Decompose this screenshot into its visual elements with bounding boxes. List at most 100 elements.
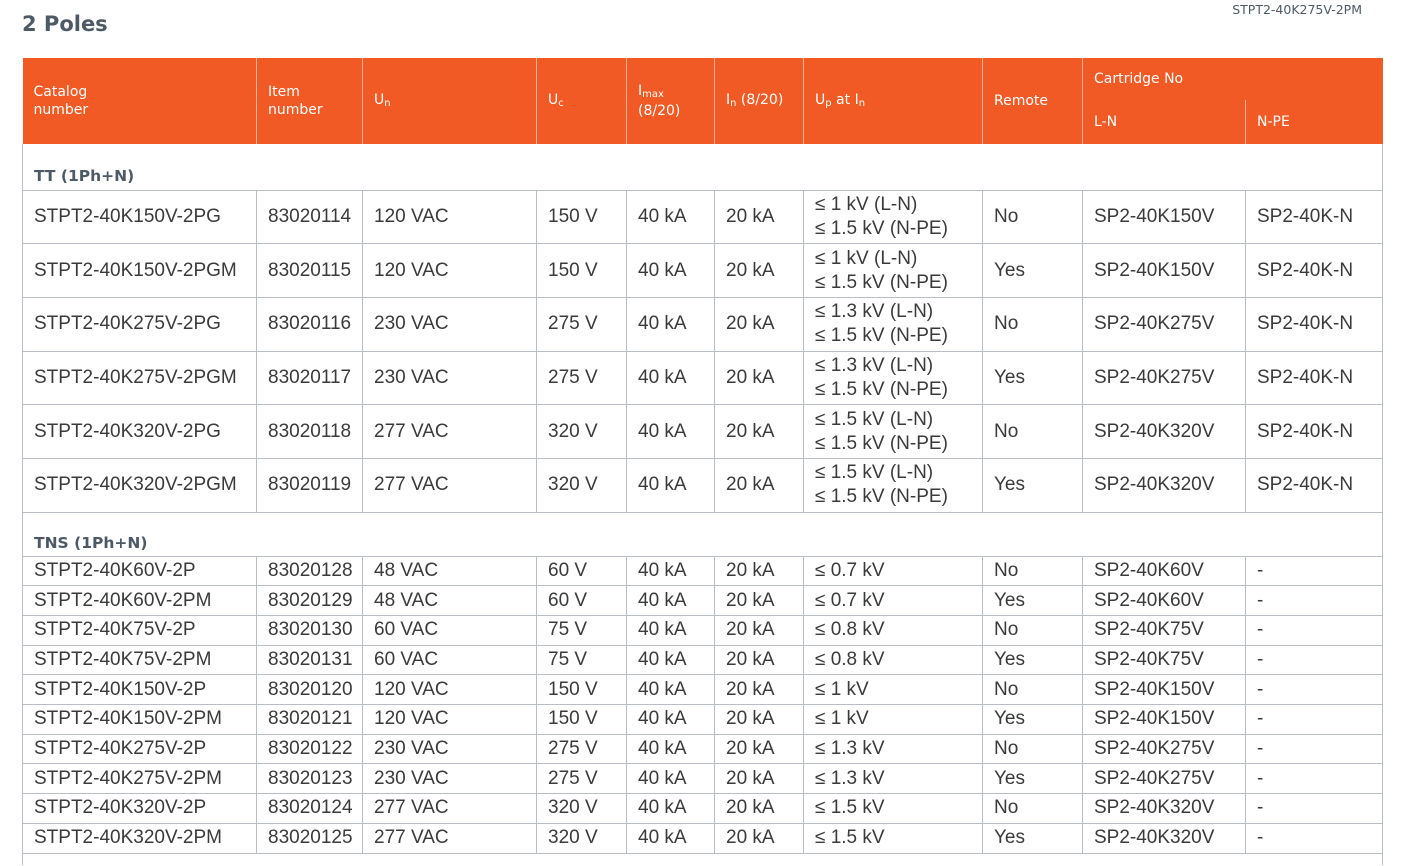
up-value-line: ≤ 1.5 kV (N-PE) [815,432,948,454]
cell-uc: 320 V [536,457,627,513]
cell-imax: 40 kA [626,704,715,735]
cell-npe: - [1245,763,1383,795]
cell-item: 83020125 [256,822,363,854]
cell-npe: SP2-40K-N [1245,350,1383,406]
up-value-line: ≤ 1.3 kV [815,767,885,789]
cell-remote: Yes [982,585,1083,616]
cell-uc: 320 V [536,404,627,459]
up-value-line: ≤ 1 kV (L-N) [815,247,918,269]
cell-catalog: STPT2-40K75V-2PM [22,644,257,676]
cell-un: 120 VAC [362,674,537,706]
cell-uc: 275 V [536,733,627,765]
cell-remote: No [982,189,1083,245]
cell-npe: - [1245,704,1383,735]
cell-npe: - [1245,555,1383,587]
cell-catalog: STPT2-40K275V-2P [22,733,257,765]
cell-item: 83020131 [256,644,363,676]
cell-catalog: STPT2-40K275V-2PM [22,763,257,795]
cell-ln: SP2-40K60V [1082,585,1246,616]
cell-up: ≤ 1 kV [803,704,983,735]
up-value-line: ≤ 1.5 kV (L-N) [815,408,934,430]
cell-uc: 75 V [536,644,627,676]
cell-catalog: STPT2-40K150V-2PGM [22,243,257,298]
cell-npe: - [1245,822,1383,854]
cell-remote: No [982,555,1083,587]
cell-un: 230 VAC [362,763,537,795]
cell-remote: No [982,674,1083,706]
cell-un: 230 VAC [362,296,537,352]
cell-un: 277 VAC [362,822,537,854]
cell-npe: - [1245,733,1383,765]
cell-in: 20 kA [714,457,804,513]
specification-table: Catalog number Item number Un Uc Imax (8/20… [22,58,1383,865]
cell-item: 83020124 [256,793,363,824]
table-row: STPT2-40K275V-2P 83020122 230 VAC 275 V 40 k… [22,733,1383,765]
table-row: STPT2-40K150V-2P 83020120 120 VAC 150 V 40 k… [22,674,1383,706]
cell-item: 83020128 [256,555,363,587]
cell-ln: SP2-40K75V [1082,615,1246,646]
cell-in: 20 kA [714,822,804,854]
cell-catalog: STPT2-40K150V-2PG [22,189,257,245]
cell-in: 20 kA [714,763,804,795]
cell-in: 20 kA [714,644,804,676]
cell-imax: 40 kA [626,585,715,616]
up-value-line: ≤ 1 kV [815,708,869,730]
cell-item: 83020114 [256,189,363,245]
cell-up: ≤ 1.3 kV [803,733,983,765]
table-row: STPT2-40K60V-2PM 83020129 48 VAC 60 V 40 kA 2… [22,585,1383,616]
cell-un: 120 VAC [362,189,537,245]
cell-uc: 150 V [536,674,627,706]
cell-un: 120 VAC [362,243,537,298]
cell-item: 83020129 [256,585,363,616]
cell-item: 83020117 [256,350,363,406]
cell-up: ≤ 1.5 kV [803,822,983,854]
table-header: Catalog number Item number Un Uc Imax (8/20… [22,58,1383,144]
cell-catalog: STPT2-40K320V-2PG [22,404,257,459]
cell-ln: SP2-40K150V [1082,243,1246,298]
cell-ln: SP2-40K275V [1082,733,1246,765]
up-value-line: ≤ 0.7 kV [815,559,885,581]
cell-item: 83020123 [256,763,363,795]
header-in: In (8/20) [714,58,804,144]
header-cartridge-no: Cartridge No [1082,58,1383,100]
cell-uc: 150 V [536,189,627,245]
cell-up: ≤ 0.7 kV [803,555,983,587]
cell-in: 20 kA [714,704,804,735]
up-value-line: ≤ 0.7 kV [815,589,885,611]
up-value-line: ≤ 1.5 kV (N-PE) [815,217,948,239]
cell-item: 83020130 [256,615,363,646]
cell-un: 230 VAC [362,733,537,765]
cell-item: 83020119 [256,457,363,513]
page-reference: STPT2-40K275V-2PM [1232,2,1362,17]
table-row: STPT2-40K320V-2PM 83020125 277 VAC 320 V 40 … [22,822,1383,854]
cell-remote: No [982,793,1083,824]
cell-ln: SP2-40K320V [1082,822,1246,854]
cell-up: ≤ 1 kV (L-N) ≤ 1.5 kV (N-PE) [803,243,983,298]
cell-imax: 40 kA [626,822,715,854]
cell-in: 20 kA [714,585,804,616]
cell-imax: 40 kA [626,733,715,765]
cell-catalog: STPT2-40K320V-2P [22,793,257,824]
cell-in: 20 kA [714,189,804,245]
cell-uc: 320 V [536,793,627,824]
header-up-at-in: Up at In [803,58,983,144]
cell-remote: Yes [982,243,1083,298]
cell-in: 20 kA [714,733,804,765]
cell-imax: 40 kA [626,763,715,795]
table-row: STPT2-40K150V-2PG 83020114 120 VAC 150 V 40 … [22,189,1383,245]
cell-catalog: STPT2-40K60V-2P [22,555,257,587]
cell-up: ≤ 1.3 kV [803,763,983,795]
cell-ln: SP2-40K275V [1082,763,1246,795]
up-value-line: ≤ 0.8 kV [815,649,885,671]
cell-imax: 40 kA [626,243,715,298]
cell-imax: 40 kA [626,457,715,513]
cell-un: 120 VAC [362,704,537,735]
section-heading-row: TT (1Ph+N) [22,144,1383,191]
cell-imax: 40 kA [626,404,715,459]
up-value-line: ≤ 1.3 kV (L-N) [815,301,934,323]
cell-npe: SP2-40K-N [1245,243,1383,298]
up-value-line: ≤ 1.5 kV (L-N) [815,462,934,484]
page-title: 2 Poles [22,12,108,36]
table-row: STPT2-40K320V-2P 83020124 277 VAC 320 V 40 k… [22,793,1383,824]
cell-in: 20 kA [714,615,804,646]
